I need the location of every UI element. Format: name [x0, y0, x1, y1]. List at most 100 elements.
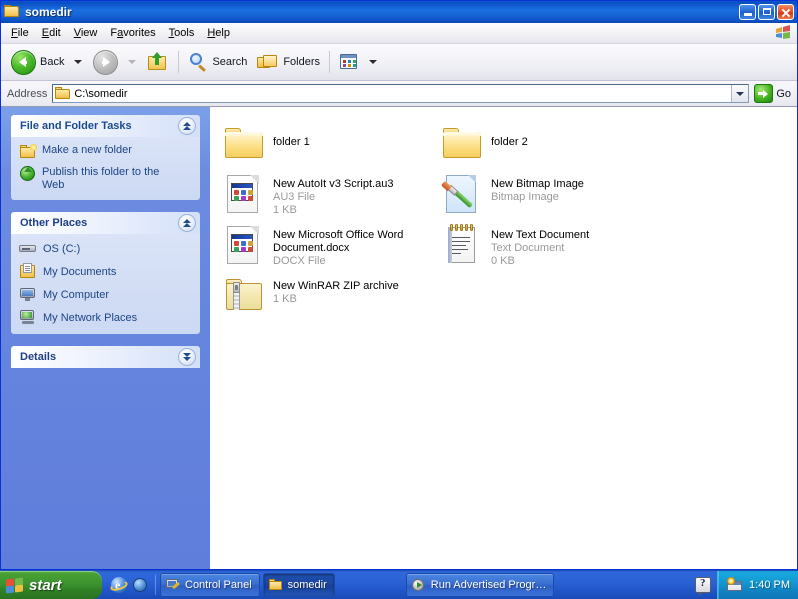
folders-button[interactable]: Folders: [252, 46, 325, 78]
window-title: somedir: [25, 5, 72, 19]
place-label: My Computer: [43, 288, 110, 301]
toolbar-separator-2: [329, 51, 331, 73]
folder-icon: [268, 578, 283, 592]
menu-help[interactable]: Help: [201, 25, 237, 41]
list-item[interactable]: New Text Document Text Document 0 KB: [440, 222, 652, 269]
chevron-up-icon[interactable]: [178, 117, 196, 135]
taskbar-button-run-advertised-programs[interactable]: Run Advertised Progr…: [405, 573, 555, 597]
file-name: folder 1: [273, 136, 310, 148]
taskbar-button-control-panel[interactable]: Control Panel: [160, 573, 260, 597]
menu-view[interactable]: View: [68, 25, 105, 41]
windows-flag-icon: [6, 576, 24, 594]
place-label: My Documents: [43, 265, 117, 278]
list-item[interactable]: New AutoIt v3 Script.au3 AU3 File 1 KB: [222, 171, 434, 218]
go-button-label: Go: [776, 87, 791, 100]
back-history-dropdown-icon[interactable]: [74, 60, 83, 64]
list-item[interactable]: New Microsoft Office Word Document.docx …: [222, 222, 434, 269]
panel-file-and-folder-tasks: File and Folder Tasks Make a new folder: [11, 115, 200, 200]
explorer-window: somedir File Edit View Favorites Tools H…: [0, 0, 798, 570]
task-publish-this-folder-to-the-web[interactable]: Publish this folder to the Web: [19, 165, 192, 192]
place-my-documents[interactable]: My Documents: [19, 263, 192, 280]
file-grid: folder 1 folder 2 New AutoIt v3 Script.a…: [222, 121, 797, 323]
task-make-a-new-folder[interactable]: Make a new folder: [19, 143, 192, 160]
search-button-label: Search: [212, 56, 248, 68]
close-button[interactable]: [777, 4, 794, 20]
menu-help-rest: elp: [215, 27, 230, 39]
panel-header-file-and-folder-tasks[interactable]: File and Folder Tasks: [11, 115, 200, 137]
panel-title: File and Folder Tasks: [20, 120, 132, 132]
place-os-c[interactable]: OS (C:): [19, 240, 192, 257]
place-label: OS (C:): [43, 242, 81, 255]
file-name: New WinRAR ZIP archive: [273, 280, 399, 292]
file-size: 1 KB: [273, 204, 297, 216]
search-button[interactable]: Search: [183, 46, 252, 78]
place-label: My Network Places: [43, 311, 138, 324]
menu-favorites[interactable]: Favorites: [104, 25, 162, 41]
taskbar-button-label: Run Advertised Progr…: [430, 579, 547, 591]
forward-history-dropdown-icon[interactable]: [128, 60, 137, 64]
file-list-area[interactable]: folder 1 folder 2 New AutoIt v3 Script.a…: [210, 107, 797, 569]
address-value: C:\somedir: [74, 87, 128, 100]
back-button-label: Back: [40, 56, 65, 68]
quick-launch-bar: e: [102, 571, 155, 599]
go-arrow-icon: [754, 84, 774, 103]
generic-file-icon: [223, 223, 269, 267]
chevron-down-icon[interactable]: [178, 348, 196, 366]
panel-body-file-and-folder-tasks: Make a new folder Publish this folder to…: [11, 137, 200, 200]
go-button[interactable]: Go: [749, 84, 795, 103]
window-client-area: File and Folder Tasks Make a new folder: [1, 107, 797, 569]
menu-edit-rest: dit: [49, 27, 61, 39]
panel-header-details[interactable]: Details: [11, 346, 200, 368]
start-button[interactable]: start: [0, 571, 102, 599]
show-desktop-icon[interactable]: [132, 577, 148, 593]
back-button[interactable]: Back: [6, 46, 69, 78]
text-document-icon: [441, 223, 487, 267]
address-input[interactable]: C:\somedir: [52, 84, 750, 103]
panel-body-other-places: OS (C:) My Documents My Computer My Netw…: [11, 234, 200, 334]
folder-icon: [55, 87, 71, 100]
place-my-computer[interactable]: My Computer: [19, 286, 192, 303]
views-button[interactable]: [334, 46, 364, 78]
taskbar-clock[interactable]: 1:40 PM: [749, 579, 790, 591]
taskbar-buttons: Control Panel somedir Run Advertised Pro…: [156, 571, 695, 599]
forward-button[interactable]: [88, 46, 123, 78]
folders-button-label: Folders: [283, 56, 321, 68]
panel-header-other-places[interactable]: Other Places: [11, 212, 200, 234]
address-dropdown-button[interactable]: [731, 85, 749, 102]
panel-title: Other Places: [20, 217, 88, 229]
list-item[interactable]: folder 1: [222, 121, 434, 167]
list-item[interactable]: New Bitmap Image Bitmap Image: [440, 171, 652, 218]
maximize-restore-button[interactable]: [758, 4, 775, 20]
new-folder-icon: [19, 143, 37, 160]
search-icon: [188, 52, 208, 72]
taskbar-button-somedir[interactable]: somedir: [262, 573, 335, 597]
menu-file[interactable]: File: [5, 25, 36, 41]
up-one-level-button[interactable]: [142, 46, 174, 78]
panel-title: Details: [20, 351, 57, 363]
folder-icon: [223, 122, 269, 166]
windows-flag-logo-icon: [775, 25, 791, 40]
generic-file-icon: [223, 172, 269, 216]
views-icon: [339, 53, 359, 71]
forward-arrow-icon: [93, 49, 119, 75]
list-item[interactable]: New WinRAR ZIP archive 1 KB: [222, 273, 434, 319]
control-panel-icon: [166, 578, 181, 592]
menu-file-rest: ile: [17, 27, 29, 39]
window-controls: [739, 4, 794, 20]
internet-explorer-icon[interactable]: e: [109, 577, 129, 593]
minimize-button[interactable]: [739, 4, 756, 20]
zip-archive-icon: [223, 274, 269, 318]
menu-tools[interactable]: Tools: [163, 25, 202, 41]
menu-edit[interactable]: Edit: [36, 25, 68, 41]
chevron-up-icon[interactable]: [178, 214, 196, 232]
system-tray: 1:40 PM: [717, 571, 798, 599]
address-bar: Address C:\somedir Go: [1, 81, 797, 107]
help-balloon-icon[interactable]: ?: [695, 577, 712, 596]
place-my-network-places[interactable]: My Network Places: [19, 309, 192, 326]
back-arrow-icon: [11, 49, 36, 75]
navigation-toolbar: Back Search Folders: [1, 44, 797, 81]
views-dropdown-icon[interactable]: [369, 60, 378, 64]
panel-other-places: Other Places OS (C:) My Documents My Com…: [11, 212, 200, 334]
list-item[interactable]: folder 2: [440, 121, 652, 167]
notification-icon[interactable]: [727, 577, 743, 592]
